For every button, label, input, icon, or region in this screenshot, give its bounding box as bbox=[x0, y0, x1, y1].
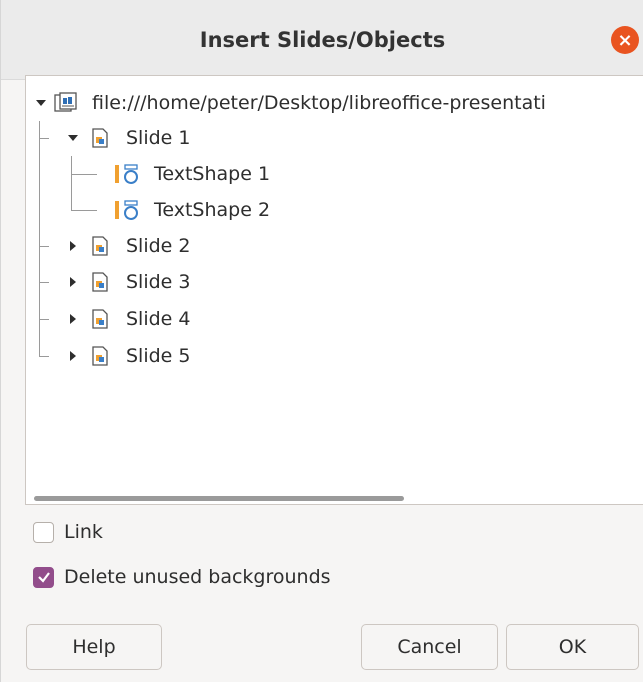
tree-guide-vertical bbox=[39, 121, 40, 356]
tree-guide-branch bbox=[39, 282, 49, 283]
tree-shape-row[interactable]: TextShape 1 bbox=[114, 156, 270, 192]
tree-slide-row[interactable]: Slide 1 bbox=[66, 120, 191, 156]
tree-guide-branch bbox=[39, 246, 49, 247]
title-bar: Insert Slides/Objects × bbox=[1, 0, 643, 80]
help-button-label: Help bbox=[72, 636, 116, 658]
slide-icon bbox=[92, 236, 108, 256]
help-button[interactable]: Help bbox=[26, 624, 162, 670]
link-checkbox[interactable] bbox=[33, 521, 54, 543]
cancel-button[interactable]: Cancel bbox=[361, 624, 498, 670]
tree-guide-child-branch bbox=[71, 174, 97, 175]
tree-guide-child-vertical bbox=[71, 156, 72, 211]
ok-button-label: OK bbox=[558, 636, 587, 658]
dialog-title: Insert Slides/Objects bbox=[199, 28, 446, 52]
shape-label: TextShape 1 bbox=[154, 163, 271, 185]
tree-guide-branch bbox=[39, 319, 49, 320]
slide-icon bbox=[92, 272, 108, 292]
slide-label: Slide 1 bbox=[126, 127, 191, 149]
tree-guide-child-branch bbox=[71, 210, 97, 211]
textshape-icon bbox=[114, 163, 140, 185]
slide-label: Slide 2 bbox=[126, 235, 191, 257]
tree-guide-branch bbox=[39, 138, 49, 139]
slide-label: Slide 3 bbox=[126, 271, 191, 293]
document-icon bbox=[54, 92, 78, 114]
horizontal-scrollbar[interactable] bbox=[34, 496, 404, 501]
close-icon: × bbox=[617, 29, 633, 51]
close-button[interactable]: × bbox=[611, 26, 639, 54]
checkmark-icon bbox=[37, 572, 50, 583]
textshape-icon bbox=[114, 199, 140, 221]
shape-label: TextShape 2 bbox=[154, 199, 271, 221]
expand-arrow-icon[interactable] bbox=[66, 239, 80, 253]
tree-slide-row[interactable]: Slide 4 bbox=[66, 301, 191, 337]
link-label: Link bbox=[64, 521, 103, 543]
delete-backgrounds-checkbox[interactable] bbox=[33, 566, 54, 588]
slides-tree[interactable]: file:///home/peter/Desktop/libreoffice-p… bbox=[25, 75, 643, 505]
tree-slide-row[interactable]: Slide 3 bbox=[66, 264, 191, 300]
slide-icon bbox=[92, 128, 108, 148]
tree-root-row[interactable]: file:///home/peter/Desktop/libreoffice-p… bbox=[34, 85, 546, 121]
tree-shape-row[interactable]: TextShape 2 bbox=[114, 192, 270, 228]
slide-label: Slide 5 bbox=[126, 345, 191, 367]
tree-slide-row[interactable]: Slide 5 bbox=[66, 338, 191, 374]
slide-label: Slide 4 bbox=[126, 308, 191, 330]
tree-root-label: file:///home/peter/Desktop/libreoffice-p… bbox=[92, 92, 546, 114]
tree-slide-row[interactable]: Slide 2 bbox=[66, 228, 191, 264]
cancel-button-label: Cancel bbox=[397, 636, 462, 658]
expand-arrow-icon[interactable] bbox=[66, 349, 80, 363]
collapse-arrow-icon[interactable] bbox=[34, 96, 48, 110]
tree-guide-branch bbox=[39, 356, 49, 357]
slide-icon bbox=[92, 309, 108, 329]
expand-arrow-icon[interactable] bbox=[66, 275, 80, 289]
delete-backgrounds-option[interactable]: Delete unused backgrounds bbox=[33, 566, 331, 588]
expand-arrow-icon[interactable] bbox=[66, 312, 80, 326]
link-option[interactable]: Link bbox=[33, 521, 103, 543]
ok-button[interactable]: OK bbox=[506, 624, 639, 670]
collapse-arrow-icon[interactable] bbox=[66, 131, 80, 145]
delete-backgrounds-label: Delete unused backgrounds bbox=[64, 566, 331, 588]
slide-icon bbox=[92, 346, 108, 366]
insert-slides-dialog: Insert Slides/Objects × file:///home/pet… bbox=[0, 0, 643, 682]
